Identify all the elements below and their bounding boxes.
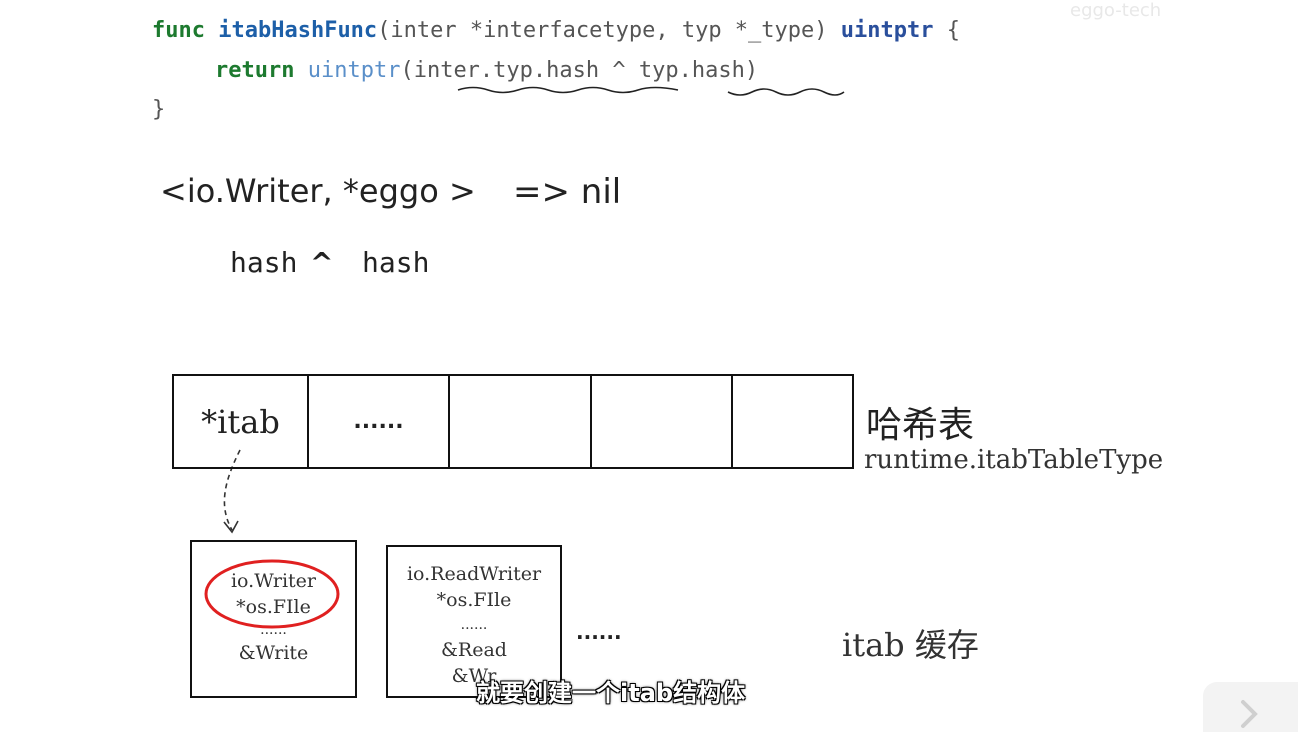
- table-cell-itab: *itab: [174, 376, 309, 467]
- underline-arg2: [727, 88, 845, 96]
- hash-table-type-label: runtime.itabTableType: [864, 445, 1164, 475]
- pair-note: <io.Writer, *eggo >: [160, 172, 476, 210]
- caret-note: ^: [310, 246, 334, 279]
- table-cell-empty: [592, 376, 733, 467]
- card-line-interface: io.ReadWriter: [406, 563, 542, 585]
- card-line-ellipsis: ......: [460, 617, 488, 633]
- play-icon: [1241, 700, 1258, 728]
- cards-ellipsis: ......: [576, 620, 622, 644]
- pointer-arrowhead: [223, 520, 239, 534]
- card-line-type: *os.FIle: [236, 596, 311, 618]
- table-cell-ellipsis: ......: [309, 376, 450, 467]
- card-line-method: &Write: [238, 642, 309, 664]
- itab-card-writer: io.Writer *os.FIle ...... &Write: [190, 540, 357, 698]
- table-cell-empty: [450, 376, 592, 467]
- video-subtitle: 就要创建一个itab结构体: [476, 679, 746, 707]
- hash-left-note: hash: [230, 246, 298, 279]
- table-cell-empty: [733, 376, 852, 467]
- card-line-type: *os.FIle: [436, 589, 512, 611]
- hash-table-label: 哈希表: [866, 405, 975, 446]
- card-line-ellipsis: ......: [260, 622, 287, 638]
- underline-arg1: [457, 86, 679, 94]
- player-corner-button[interactable]: [1203, 682, 1298, 732]
- card-line-method: &Read: [441, 639, 507, 661]
- itab-cache-label: itab 缓存: [842, 626, 979, 664]
- card-line-interface: io.Writer: [230, 570, 317, 592]
- hash-table: *itab ......: [172, 374, 854, 469]
- hash-right-note: hash: [362, 246, 430, 279]
- result-nil-note: => nil: [513, 172, 622, 212]
